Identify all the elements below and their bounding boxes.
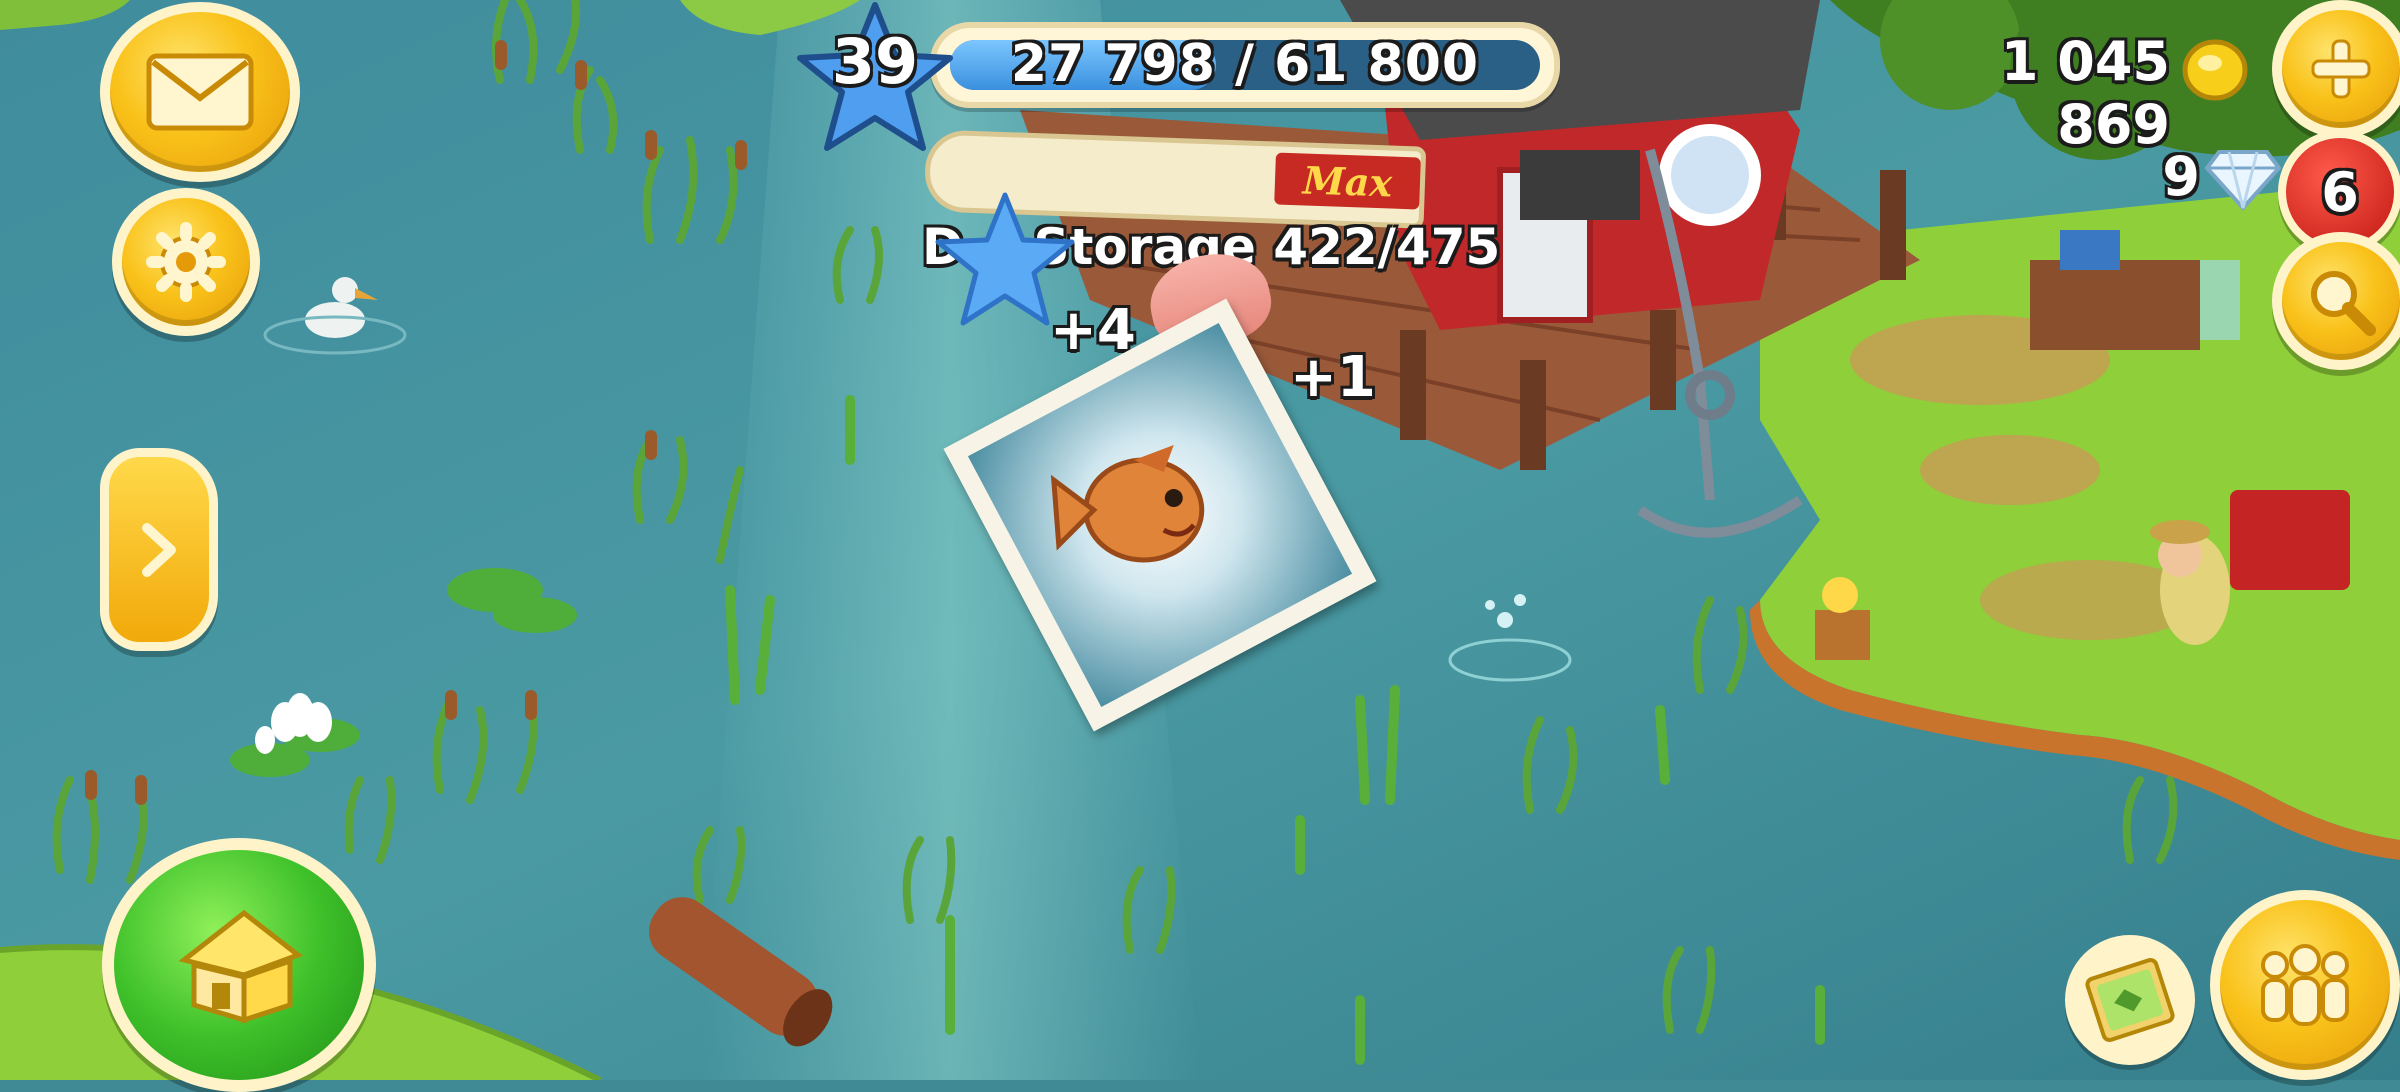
xp-progress-text: 27 798 / 61 800 [1010,34,1480,94]
item-gain: +1 [1290,345,1376,410]
house-icon [178,909,304,1024]
fish-icon [1050,445,1205,563]
search-button[interactable] [2272,232,2400,370]
home-button[interactable] [102,838,376,1092]
people-icon [2261,944,2349,1026]
side-panel-expand-button[interactable] [100,448,218,651]
mail-button[interactable] [100,2,300,182]
notification-count: 6 [2321,160,2359,224]
settings-button[interactable] [112,188,260,336]
xp-bar[interactable]: 27 798 / 61 800 [930,22,1560,108]
chevron-right-icon [142,522,176,577]
map-button[interactable] [2065,935,2195,1065]
coin-count: 1 045 869 [2000,30,2170,156]
add-currency-button[interactable] [2272,0,2400,138]
diamond-count: 9 [2162,145,2200,208]
diamond-icon [2205,150,2281,211]
storage-text: Storage 422/475 [1033,218,1501,276]
plus-icon [2311,39,2371,99]
friends-button[interactable] [2210,890,2400,1080]
coin-icon [2182,39,2248,101]
level-number: 39 [831,25,919,98]
magnifier-icon [2311,271,2376,336]
gear-icon [146,222,226,302]
envelope-icon [146,53,254,131]
storage-popup: Max DStorage 422/475 +4 +1 [910,129,1500,732]
max-tag: Max [1274,152,1421,210]
map-card-icon [2085,958,2175,1042]
max-label: Max [1302,156,1393,206]
